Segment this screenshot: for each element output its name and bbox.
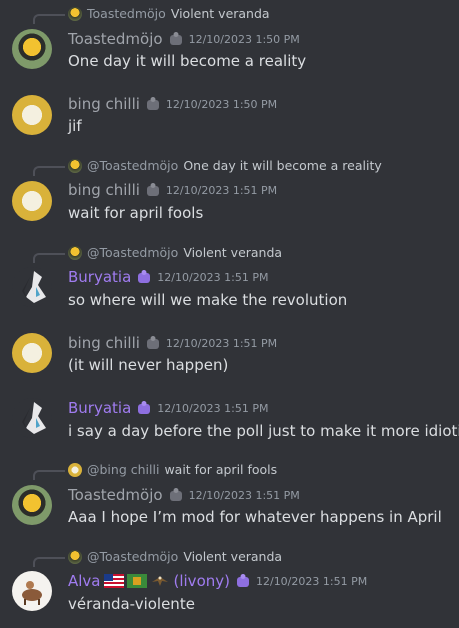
message-text: One day it will become a reality	[68, 52, 307, 70]
bag-badge-icon	[169, 488, 182, 501]
reply-preview[interactable]: @Toastedmöjo One day it will become a re…	[68, 158, 382, 173]
avatar[interactable]	[12, 29, 52, 69]
timestamp: 12/10/2023 1:51 PM	[165, 336, 278, 350]
reply-author[interactable]: @Toastedmöjo	[87, 549, 178, 564]
message-text: véranda-violente	[68, 595, 195, 613]
avatar-figure-icon	[22, 271, 46, 303]
avatar[interactable]	[12, 398, 52, 438]
reply-author[interactable]: @Toastedmöjo	[87, 158, 178, 173]
avatar[interactable]	[12, 571, 52, 611]
eagle-icon	[151, 576, 168, 586]
reply-avatar-icon	[68, 6, 82, 21]
avatar-figure-icon	[22, 402, 46, 434]
us-flag-icon	[103, 574, 124, 588]
reply-avatar-icon	[68, 245, 82, 260]
timestamp: 12/10/2023 1:51 PM	[157, 270, 269, 284]
reply-text: Violent veranda	[183, 245, 283, 260]
reply-avatar-icon	[68, 549, 82, 564]
bag-badge-icon	[146, 336, 159, 349]
green-flag-icon	[126, 574, 147, 588]
avatar[interactable]	[12, 333, 52, 373]
timestamp: 12/10/2023 1:51 PM	[188, 488, 300, 502]
message-text: so where will we make the revolution	[68, 291, 348, 309]
timestamp: 12/10/2023 1:51 PM	[157, 401, 269, 415]
bag-badge-icon	[138, 401, 151, 414]
reply-author[interactable]: @Toastedmöjo	[87, 245, 178, 260]
username[interactable]: Toastedmöjo	[68, 30, 163, 48]
reply-connector	[33, 253, 65, 263]
avatar[interactable]	[12, 181, 52, 221]
message-text: jif	[68, 117, 82, 135]
reply-author[interactable]: Toastedmöjo	[87, 6, 166, 21]
username-suffix[interactable]: (livony)	[174, 572, 230, 590]
timestamp: 12/10/2023 1:51 PM	[255, 574, 368, 588]
reply-author[interactable]: @bing chilli	[87, 462, 159, 477]
reply-connector	[33, 470, 65, 480]
username[interactable]: Buryatia	[68, 268, 131, 286]
avatar[interactable]	[12, 95, 52, 135]
reply-text: Violent veranda	[183, 549, 283, 564]
reply-preview[interactable]: @Toastedmöjo Violent veranda	[68, 549, 282, 564]
bag-badge-icon	[146, 97, 159, 110]
avatar[interactable]	[12, 267, 52, 307]
reply-avatar-icon	[68, 462, 82, 477]
avatar[interactable]	[12, 485, 52, 525]
avatar-horse-icon	[22, 581, 42, 605]
timestamp: 12/10/2023 1:50 PM	[188, 32, 300, 46]
username[interactable]: Toastedmöjo	[68, 486, 163, 504]
reply-connector	[33, 557, 65, 567]
username[interactable]: bing chilli	[68, 181, 140, 199]
message-text: (it will never happen)	[68, 356, 229, 374]
message-text: wait for april fools	[68, 204, 204, 222]
reply-preview[interactable]: Toastedmöjo Violent veranda	[68, 6, 270, 21]
reply-text: wait for april fools	[164, 462, 278, 477]
message-text: i say a day before the poll just to make…	[68, 422, 459, 440]
reply-text: One day it will become a reality	[183, 158, 382, 173]
username[interactable]: bing chilli	[68, 95, 140, 113]
bag-badge-icon	[169, 32, 182, 45]
reply-preview[interactable]: @bing chilli wait for april fools	[68, 462, 277, 477]
username[interactable]: Alva	[68, 572, 101, 590]
reply-connector	[33, 166, 65, 176]
message-text: Aaa I hope I’m mod for whatever happens …	[68, 508, 442, 526]
reply-connector	[33, 14, 65, 24]
reply-preview[interactable]: @Toastedmöjo Violent veranda	[68, 245, 282, 260]
timestamp: 12/10/2023 1:50 PM	[165, 97, 278, 111]
username[interactable]: Buryatia	[68, 399, 131, 417]
timestamp: 12/10/2023 1:51 PM	[165, 183, 278, 197]
reply-text: Violent veranda	[170, 6, 270, 21]
bag-badge-icon	[138, 270, 151, 283]
bag-badge-icon	[146, 183, 159, 196]
bag-badge-icon	[236, 574, 249, 587]
username[interactable]: bing chilli	[68, 334, 140, 352]
reply-avatar-icon	[68, 158, 82, 173]
